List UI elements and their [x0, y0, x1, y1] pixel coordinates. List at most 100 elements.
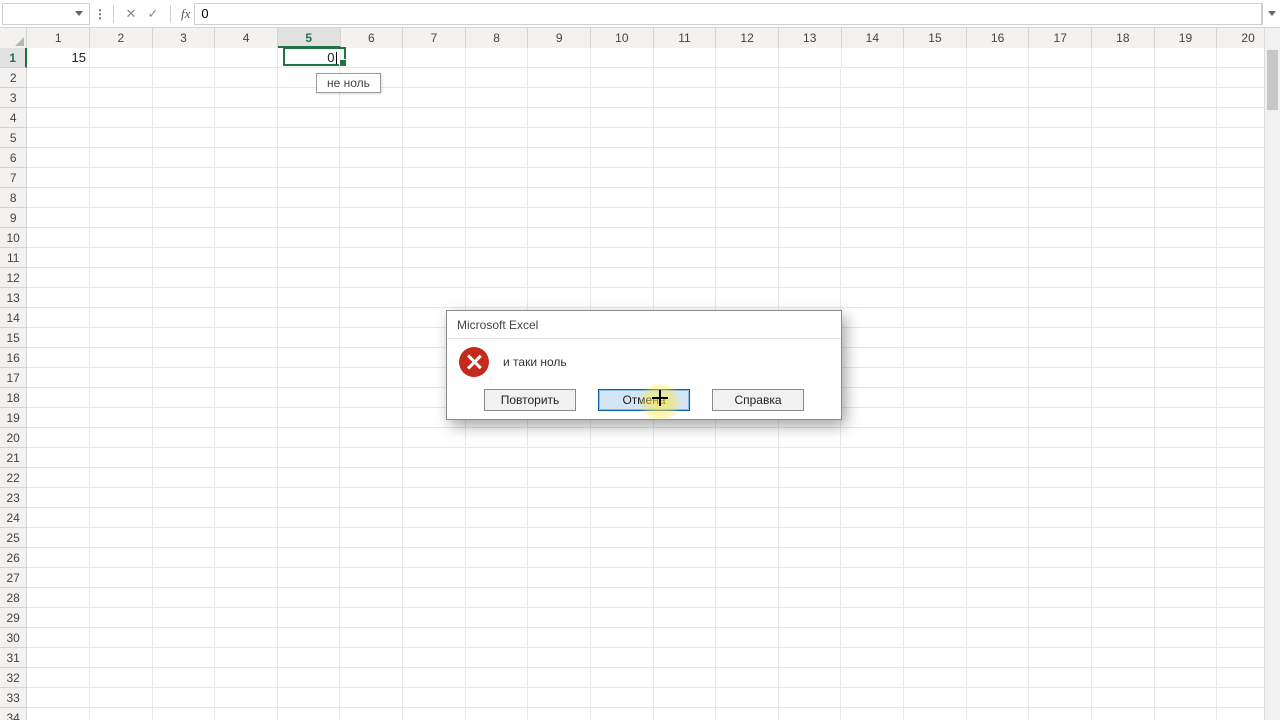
cell[interactable]: [779, 88, 842, 108]
cell[interactable]: [215, 208, 278, 228]
cell[interactable]: [27, 68, 90, 88]
cell[interactable]: [967, 708, 1030, 720]
cell[interactable]: [779, 488, 842, 508]
cell[interactable]: [403, 248, 466, 268]
cell[interactable]: [340, 308, 403, 328]
cell[interactable]: [1155, 308, 1218, 328]
cell[interactable]: [904, 628, 967, 648]
cell[interactable]: [153, 368, 216, 388]
cell[interactable]: [153, 408, 216, 428]
cell[interactable]: [779, 288, 842, 308]
cell[interactable]: [27, 448, 90, 468]
cell[interactable]: [779, 688, 842, 708]
cell[interactable]: [967, 508, 1030, 528]
cell[interactable]: [153, 428, 216, 448]
cell[interactable]: [904, 88, 967, 108]
cell[interactable]: [904, 288, 967, 308]
cell[interactable]: [403, 208, 466, 228]
cell[interactable]: [716, 288, 779, 308]
cell[interactable]: [1155, 688, 1218, 708]
cell[interactable]: [90, 208, 153, 228]
cell[interactable]: [90, 108, 153, 128]
cell[interactable]: [340, 388, 403, 408]
vertical-scrollbar[interactable]: [1264, 28, 1280, 720]
cell[interactable]: [466, 508, 529, 528]
cell[interactable]: [841, 248, 904, 268]
cell[interactable]: [466, 548, 529, 568]
cell[interactable]: [340, 588, 403, 608]
cell[interactable]: [1092, 208, 1155, 228]
cell[interactable]: [1155, 48, 1218, 68]
cell[interactable]: [90, 548, 153, 568]
retry-button[interactable]: Повторить: [484, 389, 576, 411]
cell[interactable]: [90, 388, 153, 408]
cell[interactable]: [215, 68, 278, 88]
cell[interactable]: [1155, 248, 1218, 268]
cell[interactable]: [340, 428, 403, 448]
cell[interactable]: [779, 268, 842, 288]
cell[interactable]: [1155, 288, 1218, 308]
cell[interactable]: [654, 208, 717, 228]
cell[interactable]: [403, 568, 466, 588]
cell[interactable]: [153, 468, 216, 488]
cell[interactable]: [1029, 148, 1092, 168]
cell[interactable]: [1092, 48, 1155, 68]
cell[interactable]: [215, 488, 278, 508]
cell[interactable]: [153, 568, 216, 588]
cell[interactable]: [90, 708, 153, 720]
cell[interactable]: [340, 528, 403, 548]
cell[interactable]: [215, 408, 278, 428]
cell[interactable]: [1092, 168, 1155, 188]
cell[interactable]: [1092, 688, 1155, 708]
cell[interactable]: [591, 288, 654, 308]
cell[interactable]: [528, 108, 591, 128]
cell[interactable]: [1029, 268, 1092, 288]
cell[interactable]: [1029, 468, 1092, 488]
cell[interactable]: [466, 168, 529, 188]
cell[interactable]: [841, 268, 904, 288]
cell[interactable]: [340, 648, 403, 668]
cell[interactable]: [340, 508, 403, 528]
cell[interactable]: [153, 208, 216, 228]
cell[interactable]: [1092, 88, 1155, 108]
cell[interactable]: [904, 448, 967, 468]
cell[interactable]: [1092, 288, 1155, 308]
cell[interactable]: [153, 488, 216, 508]
cell[interactable]: [841, 288, 904, 308]
cell[interactable]: [716, 108, 779, 128]
cell[interactable]: [340, 608, 403, 628]
cell[interactable]: [1029, 368, 1092, 388]
row-header[interactable]: 18: [0, 388, 27, 408]
cell[interactable]: [27, 428, 90, 448]
cell[interactable]: [1155, 608, 1218, 628]
cell[interactable]: [278, 648, 341, 668]
cell[interactable]: [779, 428, 842, 448]
cell[interactable]: [1155, 388, 1218, 408]
cell[interactable]: [528, 528, 591, 548]
row-header[interactable]: 19: [0, 408, 27, 428]
cell[interactable]: [967, 568, 1030, 588]
cell[interactable]: [716, 508, 779, 528]
cell[interactable]: [1029, 208, 1092, 228]
cell[interactable]: [278, 368, 341, 388]
cell[interactable]: [967, 548, 1030, 568]
cell[interactable]: [215, 508, 278, 528]
cell[interactable]: [278, 268, 341, 288]
cell[interactable]: [403, 648, 466, 668]
cell[interactable]: [466, 568, 529, 588]
cell[interactable]: [528, 428, 591, 448]
cell[interactable]: [90, 608, 153, 628]
cell[interactable]: [967, 628, 1030, 648]
column-header[interactable]: 17: [1029, 28, 1092, 48]
cell[interactable]: [716, 628, 779, 648]
cell[interactable]: [654, 468, 717, 488]
cell[interactable]: [1092, 428, 1155, 448]
cell[interactable]: [466, 288, 529, 308]
cell[interactable]: [591, 108, 654, 128]
cancel-button[interactable]: Отмена: [598, 389, 690, 411]
cell[interactable]: [716, 568, 779, 588]
cell[interactable]: [153, 148, 216, 168]
row-header[interactable]: 21: [0, 448, 27, 468]
cell[interactable]: [1092, 328, 1155, 348]
cell[interactable]: [215, 148, 278, 168]
